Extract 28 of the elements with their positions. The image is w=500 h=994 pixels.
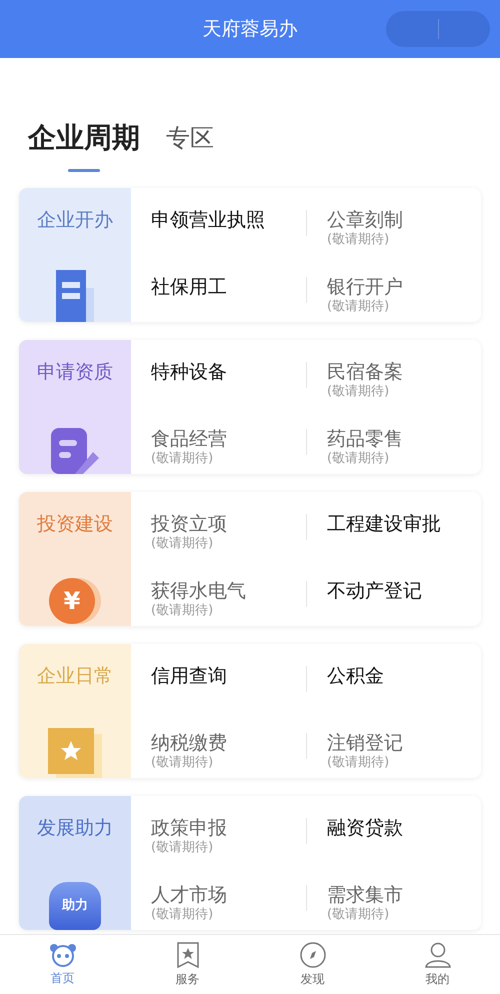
category-title: 申请资质 [37, 360, 113, 385]
nav-tab[interactable]: 服务 [125, 935, 250, 994]
tab[interactable]: 专区 [166, 120, 214, 172]
service-item[interactable]: 申领营业执照 [151, 208, 265, 232]
service-item[interactable]: 不动产登记 [327, 579, 422, 603]
category-title: 投资建设 [37, 512, 113, 537]
category-title: 企业开办 [37, 208, 113, 233]
nav-tab[interactable]: 我的 [375, 935, 500, 994]
capsule-menu[interactable] [386, 11, 490, 47]
service-item[interactable]: 信用查询 [151, 664, 227, 688]
category-title: 企业日常 [37, 664, 113, 689]
compass-icon [300, 942, 326, 968]
service-item[interactable]: 公积金 [327, 664, 384, 688]
tab[interactable]: 企业周期 [28, 120, 140, 172]
service-item[interactable]: 特种设备 [151, 360, 227, 384]
nav-tab[interactable]: 首页 [0, 935, 125, 994]
service-item[interactable]: 融资贷款 [327, 816, 403, 840]
fist-icon: 助力 [49, 882, 101, 930]
nav-tab[interactable]: 发现 [250, 935, 375, 994]
bookmark-star-icon [176, 942, 200, 968]
user-icon [424, 942, 450, 968]
panda-icon [48, 942, 76, 966]
star-icon [48, 728, 102, 778]
service-item[interactable]: 社保用工 [151, 275, 227, 299]
category-title: 发展助力 [37, 816, 113, 841]
note-pencil-icon [49, 428, 101, 474]
service-item[interactable]: 工程建设审批 [327, 512, 441, 536]
app-title: 天府蓉易办 [202, 16, 298, 42]
